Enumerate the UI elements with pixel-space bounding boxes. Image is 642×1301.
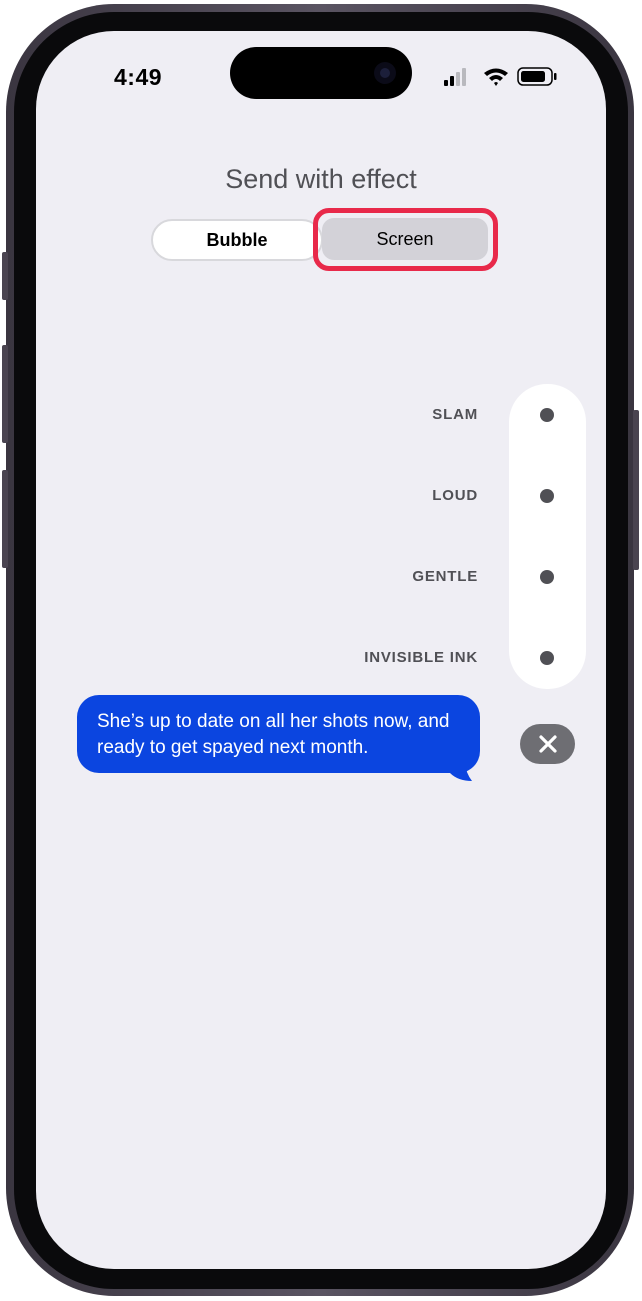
tab-bubble-label: Bubble (206, 229, 268, 250)
close-icon (538, 735, 557, 753)
cellular-signal-icon (444, 68, 466, 86)
sheet-title: Send with effect (225, 164, 417, 194)
action-button (2, 252, 8, 300)
effect-dot-slam[interactable] (540, 408, 554, 422)
power-button (633, 410, 639, 570)
effect-label-invisible-ink[interactable]: INVISIBLE INK (364, 649, 478, 666)
effect-dot-invisible-ink[interactable] (540, 651, 554, 665)
status-icons (444, 67, 557, 86)
wifi-icon (484, 68, 508, 86)
effect-label-slam[interactable]: SLAM (432, 406, 478, 423)
message-bubble: She’s up to date on all her shots now, a… (77, 695, 480, 773)
tab-screen-highlight (313, 208, 498, 271)
effect-label-gentle[interactable]: GENTLE (412, 568, 478, 585)
volume-up-button (2, 345, 8, 443)
front-camera-icon (374, 62, 396, 84)
effect-dot-loud[interactable] (540, 489, 554, 503)
effect-dot-gentle[interactable] (540, 570, 554, 584)
phone-screen: 4:49 Send with effect Bubble Screen SLAM… (36, 31, 606, 1269)
message-text: She’s up to date on all her shots now, a… (97, 711, 450, 758)
cancel-effect-button[interactable] (520, 724, 575, 764)
effect-selector-track (509, 384, 586, 689)
effect-label-loud[interactable]: LOUD (432, 487, 478, 504)
status-time: 4:49 (114, 64, 163, 90)
volume-down-button (2, 470, 8, 568)
dynamic-island (230, 47, 412, 99)
tab-bubble[interactable]: Bubble (151, 219, 323, 261)
battery-icon (517, 67, 557, 86)
